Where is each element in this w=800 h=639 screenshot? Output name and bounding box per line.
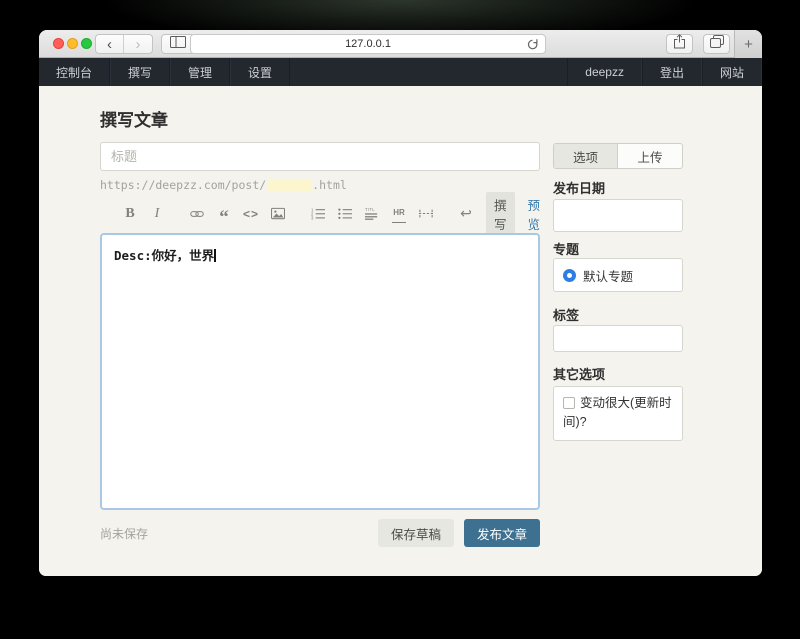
bold-button[interactable]: B (123, 205, 137, 223)
code-button[interactable]: <> (244, 205, 258, 223)
major-change-option[interactable]: 变动很大(更新时间)? (553, 386, 683, 441)
publish-date-label: 发布日期 (553, 181, 683, 196)
plus-icon: + (744, 36, 753, 53)
checkbox-unchecked-icon[interactable] (563, 397, 575, 409)
browser-window: ‹ › 127.0.0.1 + 控制台 (39, 30, 762, 576)
app-navbar: 控制台 撰写 管理 设置 deepzz 登出 网站 (39, 58, 762, 86)
blockquote-button[interactable]: “ (217, 205, 231, 223)
sidebar-tabs: 选项 上传 (553, 143, 683, 169)
publish-button[interactable]: 发布文章 (464, 519, 540, 547)
forward-button[interactable]: › (124, 35, 152, 53)
close-window-button[interactable] (53, 38, 64, 49)
editor-text: Desc:你好，世界 (114, 248, 214, 263)
navbar-spacer (290, 58, 567, 86)
ordered-list-icon[interactable]: 123 (311, 205, 325, 223)
nav-item-site[interactable]: 网站 (702, 58, 762, 86)
options-sidebar: 选项 上传 发布日期 专题 默认专题 标签 其它选项 变动很大(更新时间)? (553, 143, 683, 441)
nav-item-write[interactable]: 撰写 (110, 58, 170, 86)
editor-toolbar: B I “ <> 123 TITL HR (100, 200, 540, 227)
undo-icon[interactable]: ↩ (459, 205, 473, 223)
svg-text:3: 3 (311, 216, 314, 220)
tabs-icon (710, 35, 724, 53)
nav-item-settings[interactable]: 设置 (230, 58, 290, 86)
tab-options[interactable]: 选项 (554, 144, 618, 168)
post-title-input[interactable] (100, 142, 540, 171)
permalink-suffix: .html (312, 178, 347, 192)
permalink-preview: https://deepzz.com/post/ .html (100, 178, 347, 192)
permalink-prefix: https://deepzz.com/post/ (100, 178, 266, 192)
save-status: 尚未保存 (100, 525, 148, 542)
topic-option-default[interactable]: 默认专题 (553, 258, 683, 292)
publish-date-input[interactable] (553, 199, 683, 232)
page-title: 撰写文章 (100, 106, 168, 131)
nav-item-manage[interactable]: 管理 (170, 58, 230, 86)
major-change-label: 变动很大(更新时间)? (563, 396, 672, 429)
nav-item-dashboard[interactable]: 控制台 (39, 58, 110, 86)
tab-overview-button[interactable] (703, 34, 730, 54)
nav-item-username[interactable]: deepzz (567, 58, 642, 86)
radio-selected-icon[interactable] (563, 269, 576, 282)
nav-item-logout[interactable]: 登出 (642, 58, 702, 86)
other-options-label: 其它选项 (553, 367, 683, 382)
topic-option-label: 默认专题 (583, 266, 633, 285)
image-icon[interactable] (271, 205, 285, 223)
reload-icon[interactable] (526, 38, 539, 54)
tab-upload[interactable]: 上传 (618, 144, 682, 168)
italic-button[interactable]: I (150, 205, 164, 223)
history-nav: ‹ › (95, 34, 153, 54)
sidebar-icon (170, 35, 186, 53)
url-text: 127.0.0.1 (345, 38, 391, 50)
minimize-window-button[interactable] (67, 38, 78, 49)
navbar-right: deepzz 登出 网站 (567, 58, 762, 86)
zoom-window-button[interactable] (81, 38, 92, 49)
permalink-slug-highlight (267, 179, 311, 192)
save-draft-button[interactable]: 保存草稿 (378, 519, 454, 547)
unordered-list-icon[interactable] (338, 205, 352, 223)
back-button[interactable]: ‹ (96, 35, 124, 53)
text-caret (214, 249, 216, 262)
tab-preview[interactable]: 预览 (528, 195, 541, 233)
tab-write[interactable]: 撰写 (486, 192, 515, 236)
svg-text:TITL: TITL (365, 207, 375, 212)
new-tab-button[interactable]: + (734, 30, 762, 58)
share-button[interactable] (666, 34, 693, 54)
tags-label: 标签 (553, 308, 683, 323)
editor-footer: 尚未保存 保存草稿 发布文章 (100, 519, 540, 547)
page-break-icon[interactable] (419, 205, 433, 223)
heading-icon[interactable]: TITL (365, 205, 379, 223)
browser-toolbar: ‹ › 127.0.0.1 + (39, 30, 762, 58)
link-icon[interactable] (190, 205, 204, 223)
page-content: 撰写文章 https://deepzz.com/post/ .html B I … (39, 86, 762, 576)
share-icon (673, 34, 686, 54)
tags-input[interactable] (553, 325, 683, 352)
topic-label: 专题 (553, 242, 683, 257)
window-controls (53, 38, 92, 49)
editor-mode-tabs: 撰写 预览 (486, 192, 540, 236)
post-content-editor[interactable]: Desc:你好，世界 (100, 233, 540, 510)
horizontal-rule-button[interactable]: HR (392, 205, 406, 223)
address-bar[interactable]: 127.0.0.1 (190, 34, 546, 54)
